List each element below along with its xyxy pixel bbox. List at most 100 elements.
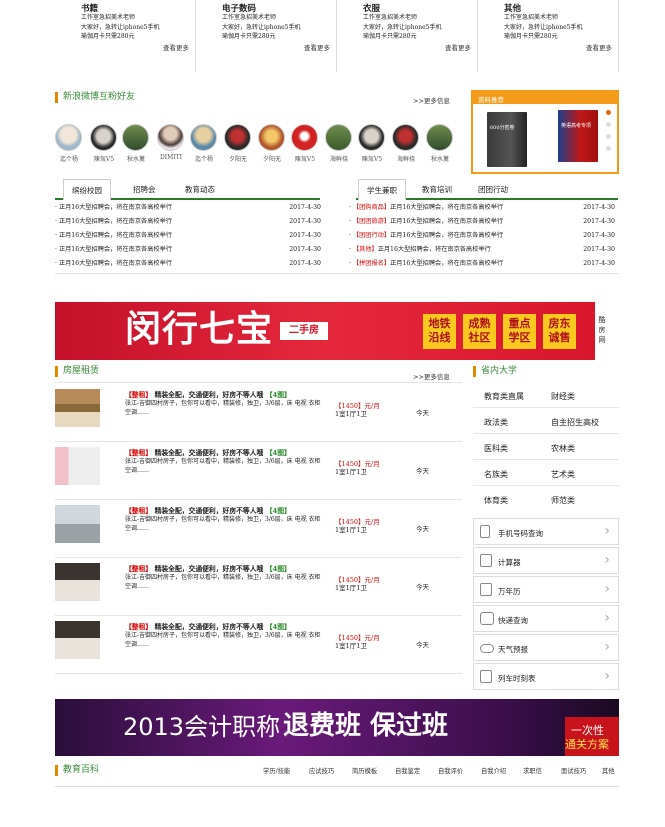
avatar[interactable] xyxy=(392,124,419,151)
tab-jobfair[interactable]: 招聘会 xyxy=(133,184,156,195)
category-line[interactable]: 瑜伽月卡只需280元 xyxy=(504,32,614,42)
wiki-link[interactable]: 自我评价 xyxy=(438,766,463,775)
wiki-link[interactable]: 求职信 xyxy=(523,766,542,775)
news-item[interactable]: · 【拼团报名】正月16大型招聘会，将在南京各高校举行 2017-4-30 xyxy=(349,257,615,271)
news-item[interactable]: · 【团团旅游】正月16大型招聘会，将在南京各高校举行 2017-4-30 xyxy=(349,215,615,229)
avatar[interactable] xyxy=(426,124,453,151)
rental-title[interactable]: 精装全配，交通便利，好房不等人哦 xyxy=(155,565,264,573)
avatar[interactable] xyxy=(325,124,352,151)
avatar[interactable] xyxy=(190,124,217,151)
tool-calculator[interactable]: 计算器 › xyxy=(473,547,619,574)
avatar[interactable] xyxy=(122,124,149,151)
wiki-link[interactable]: 自我介绍 xyxy=(481,766,506,775)
friend-name[interactable]: 陳氚V5 xyxy=(354,154,390,163)
tab-part-time[interactable]: 学生兼职 xyxy=(358,179,406,200)
rental-photo[interactable] xyxy=(55,563,100,601)
news-title[interactable]: 正月16大型招聘会，将在南京各高校举行 xyxy=(390,218,503,225)
news-item[interactable]: · 正月16大型招聘会，将在南京各高校举行 2017-4-30 xyxy=(55,257,321,271)
tool-phone-lookup[interactable]: 手机号码查询 › xyxy=(473,518,619,545)
rental-photo[interactable] xyxy=(55,505,100,543)
tool-train[interactable]: 列车时刻表 › xyxy=(473,663,619,690)
rental-item[interactable]: 【整租】 精装全配，交通便利，好房不等人哦 【4图】 张江-吉御四村房子，包你可… xyxy=(55,500,462,558)
news-item[interactable]: · 【团购商品】正月16大型招聘会，将在南京各高校举行 2017-4-30 xyxy=(349,201,615,215)
house-banner[interactable]: 闵行七宝 二手房 地铁沿线 成熟社区 重点学区 房东诚售 xyxy=(55,302,595,360)
avatar[interactable] xyxy=(291,124,318,151)
friend-name[interactable]: 夕阳无 xyxy=(254,154,290,163)
news-title[interactable]: 正月16大型招聘会，将在南京各高校举行 xyxy=(59,246,172,253)
rental-photo[interactable] xyxy=(55,389,100,427)
category-line[interactable]: 大家好，急转让iphone5手机 xyxy=(363,23,473,33)
friend-name[interactable]: 迄个杨 xyxy=(186,154,222,163)
book-cover-600[interactable]: 600分密卷 xyxy=(487,112,527,167)
carousel-dot[interactable] xyxy=(606,134,611,139)
wiki-link[interactable]: 简历模板 xyxy=(352,766,377,775)
banner-side-logo[interactable]: 酷房网 xyxy=(596,315,608,345)
category-line[interactable]: 工作室急招美术老师 xyxy=(81,13,191,23)
view-more-link[interactable]: 查看更多 xyxy=(445,42,471,52)
university-link[interactable]: 艺术类 xyxy=(551,469,575,480)
news-title[interactable]: 正月16大型招聘会，将在南京各高校举行 xyxy=(390,232,503,239)
news-tag[interactable]: 【团团旅游】 xyxy=(353,218,390,225)
category-line[interactable]: 瑜伽月卡只需280元 xyxy=(81,32,191,42)
news-tag[interactable]: 【拼团报名】 xyxy=(353,260,390,267)
rental-title[interactable]: 精装全配，交通便利，好房不等人哦 xyxy=(155,391,264,399)
accounting-banner[interactable]: 2013会计职称 退费班 保过班 一次性 通关方案 xyxy=(55,699,619,756)
university-link[interactable]: 师范类 xyxy=(551,495,575,506)
news-item[interactable]: · 【其他】正月16大型招聘会，将在南京各高校举行 2017-4-30 xyxy=(349,243,615,257)
tool-calendar[interactable]: 万年历 › xyxy=(473,576,619,603)
friend-name[interactable]: 秋水蓠 xyxy=(422,154,458,163)
news-item[interactable]: · 正月16大型招聘会，将在南京各高校举行 2017-4-30 xyxy=(55,215,321,229)
category-line[interactable]: 大家好，急转让iphone5手机 xyxy=(504,23,614,33)
book-cover-english[interactable]: 英语高考专项 xyxy=(558,110,598,162)
news-tag[interactable]: 【团团行动】 xyxy=(353,232,390,239)
university-link[interactable]: 体育类 xyxy=(484,495,508,506)
rental-item[interactable]: 【整租】 精装全配，交通便利，好房不等人哦 【4图】 张江-吉御四村房子，包你可… xyxy=(55,384,462,442)
view-more-link[interactable]: 查看更多 xyxy=(586,42,612,52)
friend-name[interactable]: 夕阳无 xyxy=(220,154,256,163)
wiki-link[interactable]: 面试技巧 xyxy=(561,766,586,775)
wiki-link[interactable]: 其他 xyxy=(602,766,615,775)
news-title[interactable]: 正月16大型招聘会，将在南京各高校举行 xyxy=(59,260,172,267)
category-line[interactable]: 瑜伽月卡只需280元 xyxy=(363,32,473,42)
news-tag[interactable]: 【其他】 xyxy=(353,246,378,253)
news-item[interactable]: · 正月16大型招聘会，将在南京各高校举行 2017-4-30 xyxy=(55,243,321,257)
tab-training[interactable]: 教育培训 xyxy=(422,184,452,195)
friend-name[interactable]: 陳氚V5 xyxy=(86,154,122,163)
friend-name[interactable]: 海鲜挠 xyxy=(388,154,424,163)
university-link[interactable]: 名族类 xyxy=(484,469,508,480)
tab-group-action[interactable]: 团团行动 xyxy=(478,184,508,195)
category-line[interactable]: 工作室急招美术老师 xyxy=(504,13,614,23)
news-title[interactable]: 正月16大型招聘会，将在南京各高校举行 xyxy=(59,218,172,225)
friend-name[interactable]: DIMITI xyxy=(153,154,189,161)
view-more-link[interactable]: 查看更多 xyxy=(304,42,330,52)
avatar[interactable] xyxy=(358,124,385,151)
wiki-link[interactable]: 学历/技能 xyxy=(263,766,290,775)
news-title[interactable]: 正月16大型招聘会，将在南京各高校举行 xyxy=(59,204,172,211)
avatar[interactable] xyxy=(157,124,184,151)
rental-title[interactable]: 精装全配，交通便利，好房不等人哦 xyxy=(155,623,264,631)
friend-name[interactable]: 秋水蓠 xyxy=(118,154,154,163)
carousel-dot[interactable] xyxy=(606,110,611,115)
avatar[interactable] xyxy=(224,124,251,151)
avatar[interactable] xyxy=(90,124,117,151)
rental-item[interactable]: 【整租】 精装全配，交通便利，好房不等人哦 【4图】 张江-吉御四村房子，包你可… xyxy=(55,558,462,616)
tab-education-news[interactable]: 教育动态 xyxy=(185,184,215,195)
rental-photo[interactable] xyxy=(55,447,100,485)
news-tag[interactable]: 【团购商品】 xyxy=(353,204,390,211)
tool-weather[interactable]: 天气预报 › xyxy=(473,634,619,661)
rental-item[interactable]: 【整租】 精装全配，交通便利，好房不等人哦 【4图】 张江-吉御四村房子，包你可… xyxy=(55,616,462,674)
rental-more-link[interactable]: >>更多信息 xyxy=(413,371,450,381)
category-line[interactable]: 工作室急招美术老师 xyxy=(363,13,473,23)
university-link[interactable]: 财经类 xyxy=(551,391,575,402)
category-line[interactable]: 瑜伽月卡只需280元 xyxy=(222,32,332,42)
university-link[interactable]: 政法类 xyxy=(484,417,508,428)
rental-photo[interactable] xyxy=(55,621,100,659)
friend-name[interactable]: 陳氚V5 xyxy=(287,154,323,163)
university-link[interactable]: 自主招生高校 xyxy=(551,417,599,428)
wiki-link[interactable]: 自我鉴定 xyxy=(395,766,420,775)
news-title[interactable]: 正月16大型招聘会，将在南京各高校举行 xyxy=(378,246,491,253)
category-line[interactable]: 大家好，急转让iphone5手机 xyxy=(81,23,191,33)
news-title[interactable]: 正月16大型招聘会，将在南京各高校举行 xyxy=(390,204,503,211)
news-item[interactable]: · 正月16大型招聘会，将在南京各高校举行 2017-4-30 xyxy=(55,201,321,215)
news-item[interactable]: · 正月16大型招聘会，将在南京各高校举行 2017-4-30 xyxy=(55,229,321,243)
